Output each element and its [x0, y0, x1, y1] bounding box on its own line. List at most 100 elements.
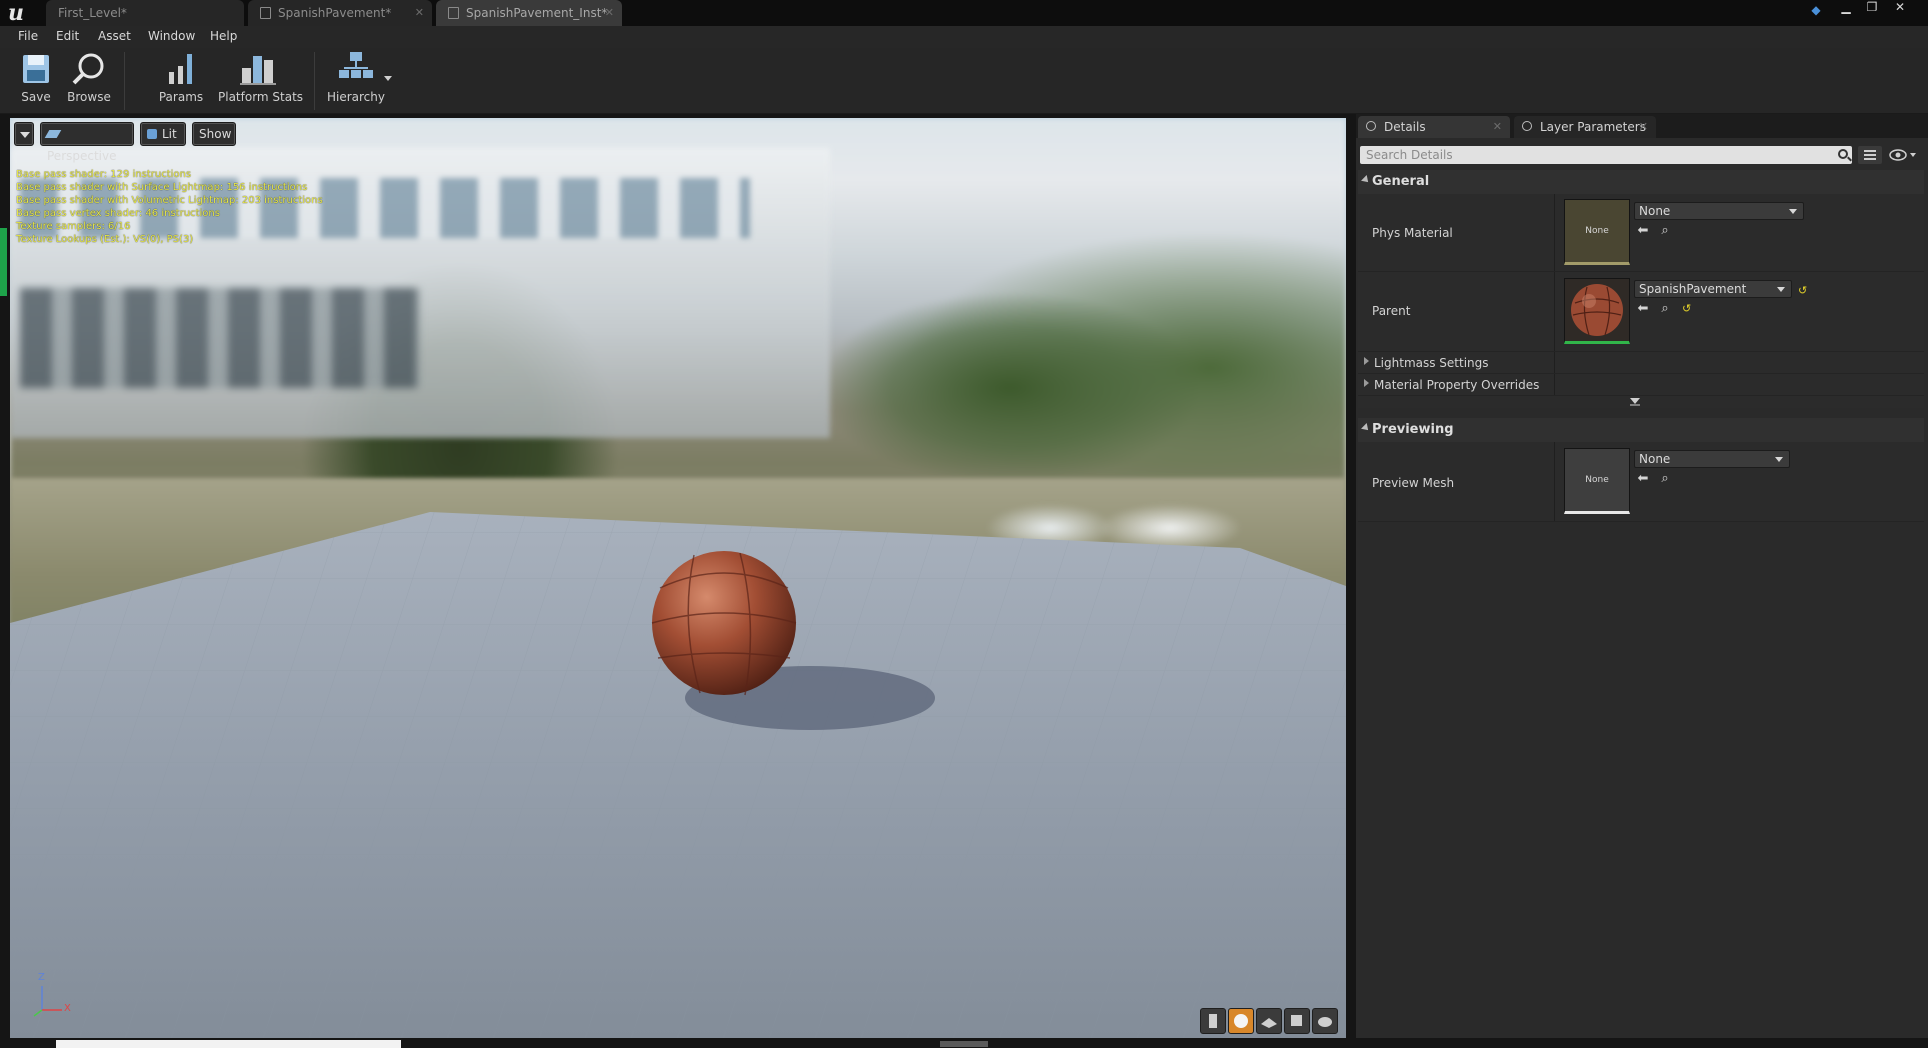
- search-details-box[interactable]: [1360, 146, 1852, 164]
- lit-button[interactable]: Lit: [140, 122, 186, 146]
- stat-line: Base pass shader with Surface Lightmap: …: [16, 182, 308, 193]
- search-icon[interactable]: [1838, 149, 1848, 159]
- close-icon[interactable]: ✕: [1493, 116, 1502, 138]
- hierarchy-button[interactable]: Hierarchy: [326, 48, 392, 114]
- close-window-button[interactable]: ✕: [1888, 0, 1912, 16]
- horizontal-scrollbar[interactable]: [56, 1040, 401, 1048]
- menu-asset[interactable]: Asset: [98, 29, 131, 43]
- cube-icon: [147, 129, 157, 139]
- close-icon[interactable]: ✕: [415, 0, 424, 26]
- platform-stats-button[interactable]: Platform Stats: [218, 48, 303, 114]
- params-icon: [169, 54, 192, 84]
- advanced-expander[interactable]: [1358, 396, 1924, 408]
- visibility-options-button[interactable]: [1886, 146, 1920, 164]
- collapse-arrow-icon: [1361, 175, 1371, 185]
- tab-spanish-pavement[interactable]: SpanishPavement* ✕: [248, 0, 432, 26]
- minimize-button[interactable]: ▁: [1834, 0, 1858, 16]
- chevron-down-icon: [1630, 398, 1640, 406]
- use-selected-arrow-icon[interactable]: ⬅: [1636, 472, 1650, 486]
- parent-row: Parent SpanishPavement ↺ ⬅ ⌕ ↺: [1358, 272, 1924, 352]
- plane-icon: [1261, 1018, 1277, 1028]
- material-sphere-icon: [1571, 284, 1623, 336]
- teapot-icon: [1318, 1017, 1332, 1027]
- tab-first-level[interactable]: First_Level*: [46, 0, 244, 26]
- preview-mesh-dropdown[interactable]: None: [1634, 450, 1790, 468]
- browse-button[interactable]: Browse: [66, 48, 112, 114]
- phys-material-dropdown[interactable]: None: [1634, 202, 1804, 220]
- search-icon: [1522, 121, 1532, 131]
- lightmass-settings-row[interactable]: Lightmass Settings: [1358, 352, 1924, 374]
- browse-asset-icon[interactable]: ⌕: [1658, 472, 1672, 486]
- params-label: Params: [158, 90, 204, 104]
- shader-stats: Base pass shader: 129 instructions Base …: [16, 168, 323, 246]
- perspective-button[interactable]: Perspective: [40, 122, 134, 163]
- stat-line: Texture Lookups (Est.): VS(0), PS(3): [16, 234, 194, 245]
- close-icon[interactable]: ✕: [1639, 116, 1648, 138]
- parent-value: SpanishPavement: [1639, 282, 1747, 296]
- use-selected-arrow-icon[interactable]: ⬅: [1636, 224, 1650, 238]
- material-property-overrides-row[interactable]: Material Property Overrides: [1358, 374, 1924, 396]
- reset-to-default-icon[interactable]: ↺: [1798, 285, 1808, 296]
- section-previewing[interactable]: Previewing: [1358, 418, 1924, 442]
- mesh-preview-button[interactable]: [1312, 1008, 1338, 1034]
- phys-material-row: Phys Material None None ⬅ ⌕: [1358, 194, 1924, 272]
- unreal-logo-icon[interactable]: u: [8, 2, 30, 24]
- parent-thumbnail[interactable]: [1564, 278, 1630, 344]
- section-general-label: General: [1372, 174, 1430, 189]
- params-button[interactable]: Params: [156, 48, 206, 114]
- save-button[interactable]: Save: [18, 48, 54, 114]
- notification-icon[interactable]: ◆: [1804, 3, 1828, 19]
- close-icon[interactable]: ✕: [605, 0, 614, 26]
- column-divider[interactable]: [1554, 352, 1555, 373]
- column-divider[interactable]: [1554, 442, 1555, 521]
- chevron-down-icon[interactable]: [384, 76, 392, 82]
- material-property-overrides-label: Material Property Overrides: [1374, 378, 1540, 392]
- tab-details[interactable]: Details ✕: [1358, 116, 1510, 138]
- use-selected-arrow-icon[interactable]: ⬅: [1636, 302, 1650, 316]
- hierarchy-label: Hierarchy: [326, 90, 385, 104]
- menu-window[interactable]: Window: [148, 29, 195, 43]
- tab-spanish-pavement-inst[interactable]: SpanishPavement_Inst* ✕: [436, 0, 622, 26]
- search-icon: [1366, 121, 1376, 131]
- cube-icon: [1291, 1015, 1302, 1026]
- parent-dropdown[interactable]: SpanishPavement: [1634, 280, 1792, 298]
- restore-button[interactable]: ❐: [1860, 0, 1884, 16]
- phys-material-value: None: [1639, 204, 1671, 218]
- perspective-icon: [44, 130, 62, 138]
- perspective-label: Perspective: [47, 149, 117, 163]
- cube-preview-button[interactable]: [1284, 1008, 1310, 1034]
- menu-file[interactable]: File: [18, 29, 38, 43]
- phys-material-thumbnail[interactable]: None: [1564, 199, 1630, 265]
- tab-layer-parameters[interactable]: Layer Parameters ✕: [1514, 116, 1656, 138]
- viewport-options-button[interactable]: [14, 122, 34, 146]
- section-general[interactable]: General: [1358, 170, 1924, 194]
- browse-asset-icon[interactable]: ⌕: [1658, 302, 1672, 316]
- hierarchy-icon: [339, 52, 373, 78]
- eye-icon: [1889, 149, 1916, 161]
- preview-mesh-thumbnail[interactable]: None: [1564, 448, 1630, 514]
- cylinder-preview-button[interactable]: [1200, 1008, 1226, 1034]
- section-previewing-label: Previewing: [1372, 422, 1454, 437]
- show-button[interactable]: Show: [192, 122, 236, 146]
- tab-label: SpanishPavement_Inst*: [466, 6, 608, 20]
- search-input[interactable]: [1360, 146, 1830, 164]
- scrollbar-thumb[interactable]: [940, 1041, 988, 1047]
- sphere-preview-button[interactable]: [1228, 1008, 1254, 1034]
- reset-to-default-icon[interactable]: ↺: [1682, 303, 1692, 314]
- list-view-icon: [1864, 150, 1876, 160]
- panel-tab-bar: Details ✕ Layer Parameters ✕: [1356, 114, 1928, 138]
- title-bar: u First_Level* SpanishPavement* ✕ Spanis…: [0, 0, 1928, 26]
- stat-line: Base pass shader with Volumetric Lightma…: [16, 195, 323, 206]
- view-options-button[interactable]: [1858, 146, 1882, 164]
- stat-line: Base pass vertex shader: 46 instructions: [16, 208, 220, 219]
- browse-asset-icon[interactable]: ⌕: [1658, 224, 1672, 238]
- column-divider[interactable]: [1554, 194, 1555, 271]
- axis-z-label: Z: [38, 972, 45, 983]
- chevron-down-icon: [1777, 287, 1785, 292]
- material-preview-viewport[interactable]: Perspective Lit Show Base pass shader: 1…: [10, 118, 1346, 1038]
- plane-preview-button[interactable]: [1256, 1008, 1282, 1034]
- menu-edit[interactable]: Edit: [56, 29, 79, 43]
- column-divider[interactable]: [1554, 374, 1555, 395]
- menu-help[interactable]: Help: [210, 29, 237, 43]
- column-divider[interactable]: [1554, 272, 1555, 351]
